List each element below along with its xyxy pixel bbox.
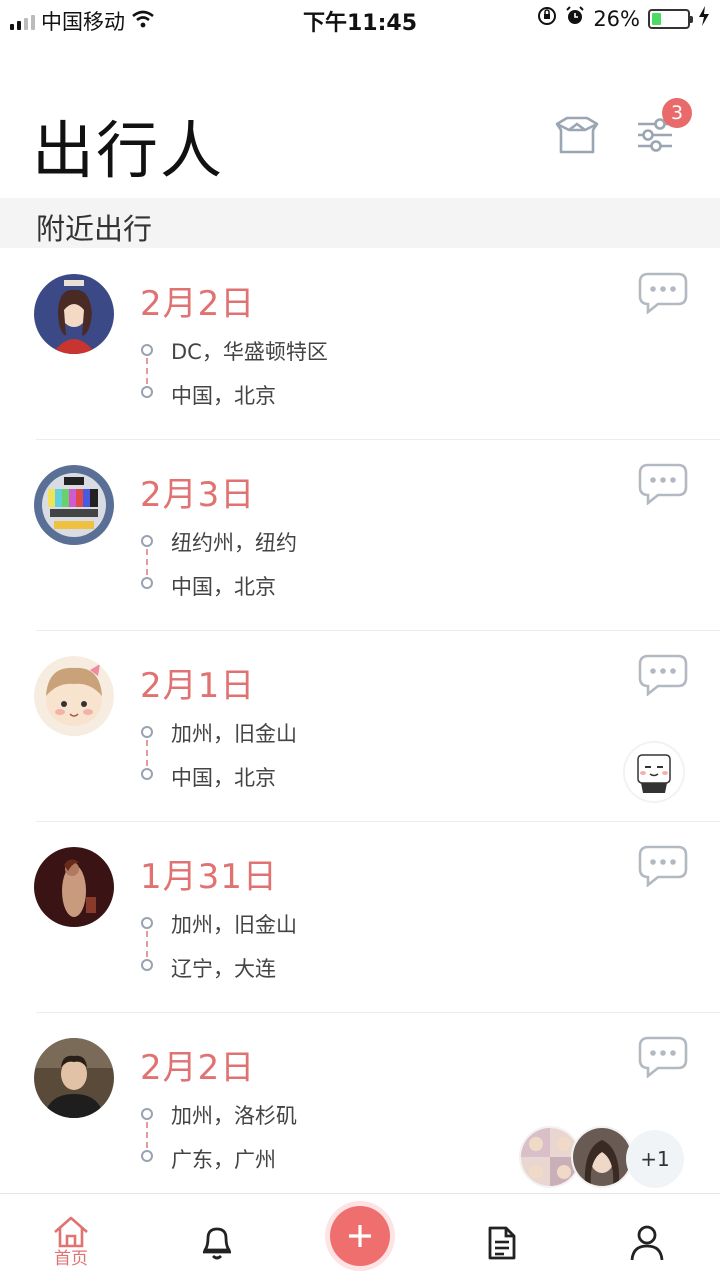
bottom-nav: 首页 xyxy=(0,1193,720,1280)
trip-date: 2月1日 xyxy=(140,666,256,706)
trip-date: 2月3日 xyxy=(140,475,256,515)
bell-icon xyxy=(203,1227,231,1260)
trip-card[interactable]: 2月2日 加州，洛杉矶 广东，广州 +1 xyxy=(0,1012,720,1203)
nav-notifications[interactable] xyxy=(177,1194,257,1280)
chat-bubble-icon[interactable] xyxy=(638,463,688,506)
trip-card[interactable]: 2月3日 纽约州，纽约 中国，北京 xyxy=(0,439,720,630)
origin-dot-icon xyxy=(141,1108,153,1120)
origin-dot-icon xyxy=(141,344,153,356)
add-button[interactable] xyxy=(330,1206,390,1266)
origin-dot-icon xyxy=(141,535,153,547)
destination-dot-icon xyxy=(141,577,153,589)
cartoon-girl-avatar[interactable] xyxy=(34,274,114,354)
charging-icon xyxy=(698,6,710,31)
chat-bubble-icon[interactable] xyxy=(638,654,688,697)
box-icon[interactable] xyxy=(553,114,601,158)
rotation-lock-icon xyxy=(537,6,557,31)
trip-card[interactable]: 2月1日 加州，旧金山 中国，北京 xyxy=(0,630,720,821)
route-line xyxy=(146,358,148,384)
chat-bubble-icon[interactable] xyxy=(638,272,688,315)
destination-dot-icon xyxy=(141,1150,153,1162)
battery-icon xyxy=(648,8,693,29)
trip-destination: 中国，北京 xyxy=(171,384,276,408)
alarm-icon xyxy=(565,6,585,31)
status-right: 26% xyxy=(537,6,710,31)
trip-card[interactable]: 1月31日 加州，旧金山 辽宁，大连 xyxy=(0,821,720,1012)
origin-dot-icon xyxy=(141,726,153,738)
trip-date: 2月2日 xyxy=(140,284,256,324)
trip-destination: 中国，北京 xyxy=(171,766,276,790)
nav-profile[interactable] xyxy=(607,1194,687,1280)
filter-badge: 3 xyxy=(662,98,692,128)
man-photo-avatar[interactable] xyxy=(34,1038,114,1118)
route-line xyxy=(146,931,148,957)
nav-home[interactable]: 首页 xyxy=(31,1194,111,1280)
document-icon xyxy=(488,1226,516,1260)
add-icon xyxy=(349,1225,371,1247)
profile-icon xyxy=(630,1225,664,1261)
destination-dot-icon xyxy=(141,768,153,780)
trip-destination: 辽宁，大连 xyxy=(171,957,276,981)
chat-bubble-icon[interactable] xyxy=(638,845,688,888)
trip-origin: 加州，洛杉矶 xyxy=(171,1104,297,1128)
section-header: 附近出行 xyxy=(0,198,720,248)
trip-origin: 纽约州，纽约 xyxy=(171,531,297,555)
route-line xyxy=(146,549,148,575)
page-title: 出行人 xyxy=(32,114,225,187)
more-companions-count[interactable]: +1 xyxy=(626,1130,684,1188)
trip-list: 2月2日 DC，华盛顿特区 中国，北京 2月3日 纽约州，纽约 中国，北京 2月… xyxy=(0,248,720,1203)
section-title: 附近出行 xyxy=(36,212,153,246)
route-line xyxy=(146,740,148,766)
destination-dot-icon xyxy=(141,386,153,398)
trip-origin: DC，华盛顿特区 xyxy=(171,340,328,364)
nav-documents[interactable] xyxy=(462,1194,542,1280)
cartoon-cat-avatar[interactable] xyxy=(623,741,685,803)
destination-dot-icon xyxy=(141,959,153,971)
status-bar: 中国移动 下午11:45 26% xyxy=(0,0,720,36)
painting-avatar[interactable] xyxy=(34,847,114,927)
trip-destination: 广东，广州 xyxy=(171,1148,276,1172)
trip-destination: 中国，北京 xyxy=(171,575,276,599)
cartoon-face-avatar[interactable] xyxy=(34,656,114,736)
trip-origin: 加州，旧金山 xyxy=(171,722,297,746)
trip-card[interactable]: 2月2日 DC，华盛顿特区 中国，北京 xyxy=(0,248,720,439)
chat-bubble-icon[interactable] xyxy=(638,1036,688,1079)
route-line xyxy=(146,1122,148,1148)
origin-dot-icon xyxy=(141,917,153,929)
test-pattern-avatar[interactable] xyxy=(34,465,114,545)
trip-date: 2月2日 xyxy=(140,1048,256,1088)
battery-percent: 26% xyxy=(593,6,640,31)
trip-origin: 加州，旧金山 xyxy=(171,913,297,937)
companion-avatar[interactable] xyxy=(571,1126,633,1188)
trip-date: 1月31日 xyxy=(140,857,278,897)
nav-home-label: 首页 xyxy=(54,1249,88,1269)
page-header: 出行人 3 xyxy=(0,36,720,198)
